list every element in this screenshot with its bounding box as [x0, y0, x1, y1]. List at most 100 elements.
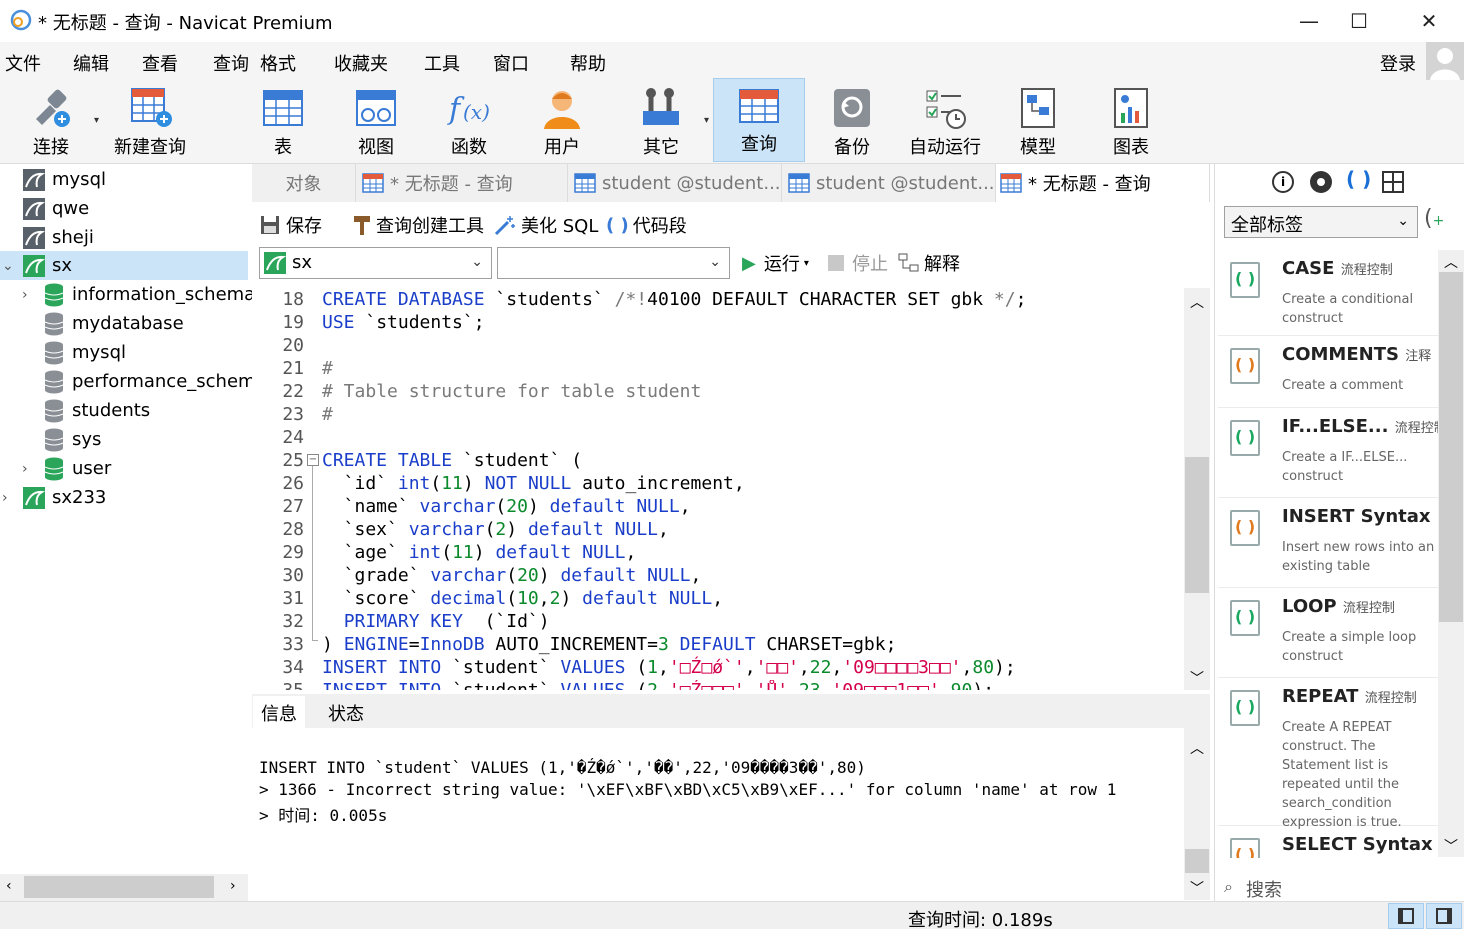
snippet-search[interactable]: ⌕ 搜索 — [1218, 875, 1464, 901]
scroll-up-icon[interactable]: ︿ — [1190, 738, 1204, 758]
menu-tools[interactable]: 工具 — [424, 50, 460, 76]
chevron-right-icon[interactable]: › — [22, 287, 28, 303]
query-button[interactable]: 查询 — [713, 78, 805, 162]
tab-untitled-query-active[interactable]: * 无标题 - 查询 — [996, 164, 1210, 202]
other-dropdown-icon[interactable]: ▾ — [704, 115, 709, 126]
run-button[interactable]: ▶ 运行 ▾ — [742, 250, 809, 276]
model-button[interactable]: 模型 — [999, 80, 1077, 164]
new-query-label: 新建查询 — [114, 137, 186, 158]
tree-connection-sheji[interactable]: sheji — [0, 223, 248, 252]
database-select[interactable]: ⌄ — [497, 247, 730, 279]
code-snippet-icon[interactable]: ( ) — [1346, 167, 1371, 191]
save-button[interactable]: 保存 — [260, 212, 322, 238]
chart-button[interactable]: 图表 — [1092, 80, 1170, 164]
backup-button[interactable]: 备份 — [813, 80, 891, 164]
menu-help[interactable]: 帮助 — [570, 50, 606, 76]
function-button[interactable]: f (x) 函数 — [430, 80, 508, 164]
tree-db-mydatabase[interactable]: mydatabase — [0, 309, 248, 338]
tree-connection-sx233[interactable]: › sx233 — [0, 483, 248, 512]
line-number: 32 — [282, 611, 304, 632]
chevron-right-icon[interactable]: › — [2, 490, 8, 506]
menu-view[interactable]: 查看 — [142, 50, 178, 76]
code-snippet-button[interactable]: ( ) 代码段 — [606, 212, 687, 238]
tree-db-performance-schema[interactable]: performance_schema — [0, 367, 267, 396]
explain-icon — [898, 253, 919, 272]
function-label: 函数 — [451, 137, 487, 158]
scroll-up-icon[interactable]: ︿ — [1444, 252, 1458, 272]
chevron-right-icon[interactable]: › — [22, 461, 28, 477]
tab-student-table-2[interactable]: student @student... — [782, 164, 996, 202]
tree-connection-qwe[interactable]: qwe — [0, 194, 248, 223]
snippet-item[interactable]: ( ) CASE 流程控制 Create a conditional const… — [1218, 250, 1438, 336]
scrollbar-thumb[interactable] — [1185, 457, 1209, 593]
snippet-item[interactable]: ( ) IF...ELSE... 流程控制 Create a IF...ELSE… — [1218, 408, 1447, 498]
play-icon: ▶ — [742, 252, 756, 274]
connection-select[interactable]: sx ⌄ — [259, 247, 492, 279]
table-tab-icon — [788, 173, 810, 193]
tag-filter-select[interactable]: 全部标签 ⌄ — [1224, 206, 1418, 238]
auto-run-button[interactable]: 自动运行 — [900, 80, 990, 164]
stop-button[interactable]: 停止 — [828, 250, 888, 276]
new-query-button[interactable]: 新建查询 — [108, 80, 192, 164]
menu-edit[interactable]: 编辑 — [73, 50, 109, 76]
preview-icon[interactable] — [1310, 171, 1332, 193]
tab-student-table-1[interactable]: student @student... — [568, 164, 782, 202]
scroll-up-icon[interactable]: ︿ — [1190, 292, 1204, 312]
scroll-left-icon[interactable]: ‹ — [6, 878, 12, 894]
info-icon[interactable]: i — [1272, 171, 1294, 193]
tab-untitled-query-1[interactable]: * 无标题 - 查询 — [356, 164, 568, 202]
snippet-item[interactable]: ( ) INSERT Syntax DM Insert new rows int… — [1218, 498, 1458, 588]
tree-db-user[interactable]: › user — [0, 454, 248, 483]
scroll-right-icon[interactable]: › — [230, 878, 236, 894]
scrollbar-thumb[interactable] — [1185, 849, 1209, 873]
query-builder-button[interactable]: 查询创建工具 — [352, 212, 484, 238]
add-snippet-icon[interactable]: (+ — [1424, 206, 1444, 231]
connect-button[interactable]: 连接 — [14, 80, 88, 164]
menu-file[interactable]: 文件 — [5, 50, 41, 76]
login-link[interactable]: 登录 — [1380, 50, 1416, 76]
scrollbar-thumb[interactable] — [24, 876, 214, 898]
tab-info[interactable]: 信息 — [253, 696, 305, 728]
view-button[interactable]: 视图 — [337, 80, 415, 164]
grid-icon[interactable] — [1382, 171, 1404, 193]
menu-window[interactable]: 窗口 — [493, 50, 529, 76]
snippet-search-placeholder: 搜索 — [1246, 880, 1282, 901]
code-line: `grade` varchar(20) default NULL, — [322, 565, 702, 586]
maximize-button[interactable]: ☐ — [1336, 4, 1382, 38]
avatar[interactable] — [1426, 42, 1464, 80]
snippet-item[interactable]: ( ) COMMENTS 注释 Create a comment — [1218, 336, 1438, 408]
layout-toggle-left[interactable] — [1388, 903, 1424, 929]
beautify-sql-button[interactable]: 美化 SQL — [493, 212, 598, 238]
scrollbar-thumb[interactable] — [1439, 272, 1463, 622]
menu-query[interactable]: 查询 — [213, 50, 249, 76]
scroll-down-icon[interactable]: ﹀ — [1190, 668, 1204, 688]
layout-toggle-right[interactable] — [1426, 903, 1462, 929]
close-button[interactable]: ✕ — [1406, 4, 1452, 38]
run-dropdown-icon[interactable]: ▾ — [804, 258, 809, 269]
snippet-item[interactable]: ( ) LOOP 流程控制 Create a simple loop const… — [1218, 588, 1438, 678]
code-line: `sex` varchar(2) default NULL, — [322, 519, 669, 540]
scroll-down-icon[interactable]: ﹀ — [1444, 836, 1458, 856]
table-button[interactable]: 表 — [244, 80, 322, 164]
menu-favorites[interactable]: 收藏夹 — [334, 50, 388, 76]
tree-connection-mysql[interactable]: mysql — [0, 165, 248, 194]
tree-db-information-schema[interactable]: › information_schema — [0, 280, 255, 309]
minimize-button[interactable]: — — [1286, 4, 1332, 38]
chevron-down-icon[interactable]: ⌄ — [2, 258, 14, 274]
menu-format[interactable]: 格式 — [260, 50, 296, 76]
snippet-item[interactable]: ( ) SELECT Syntax DM — [1218, 826, 1438, 858]
tree-db-sys[interactable]: sys — [0, 425, 248, 454]
connect-dropdown-icon[interactable]: ▾ — [94, 115, 99, 126]
tree-db-mysql[interactable]: mysql — [0, 338, 248, 367]
scroll-down-icon[interactable]: ﹀ — [1190, 878, 1204, 898]
tree-connection-sx[interactable]: ⌄ sx — [0, 251, 248, 280]
user-button[interactable]: 用户 — [523, 80, 601, 164]
snippet-item[interactable]: ( ) REPEAT 流程控制 Create A REPEAT construc… — [1218, 678, 1438, 830]
tree-db-students[interactable]: students — [0, 396, 248, 425]
other-button[interactable]: 其它 — [620, 80, 702, 164]
explain-button[interactable]: 解释 — [898, 250, 960, 276]
message-line: > 时间: 0.005s — [259, 806, 388, 825]
tab-status[interactable]: 状态 — [320, 696, 372, 728]
fold-icon[interactable]: − — [307, 454, 319, 466]
tab-objects[interactable]: 对象 — [252, 164, 356, 202]
